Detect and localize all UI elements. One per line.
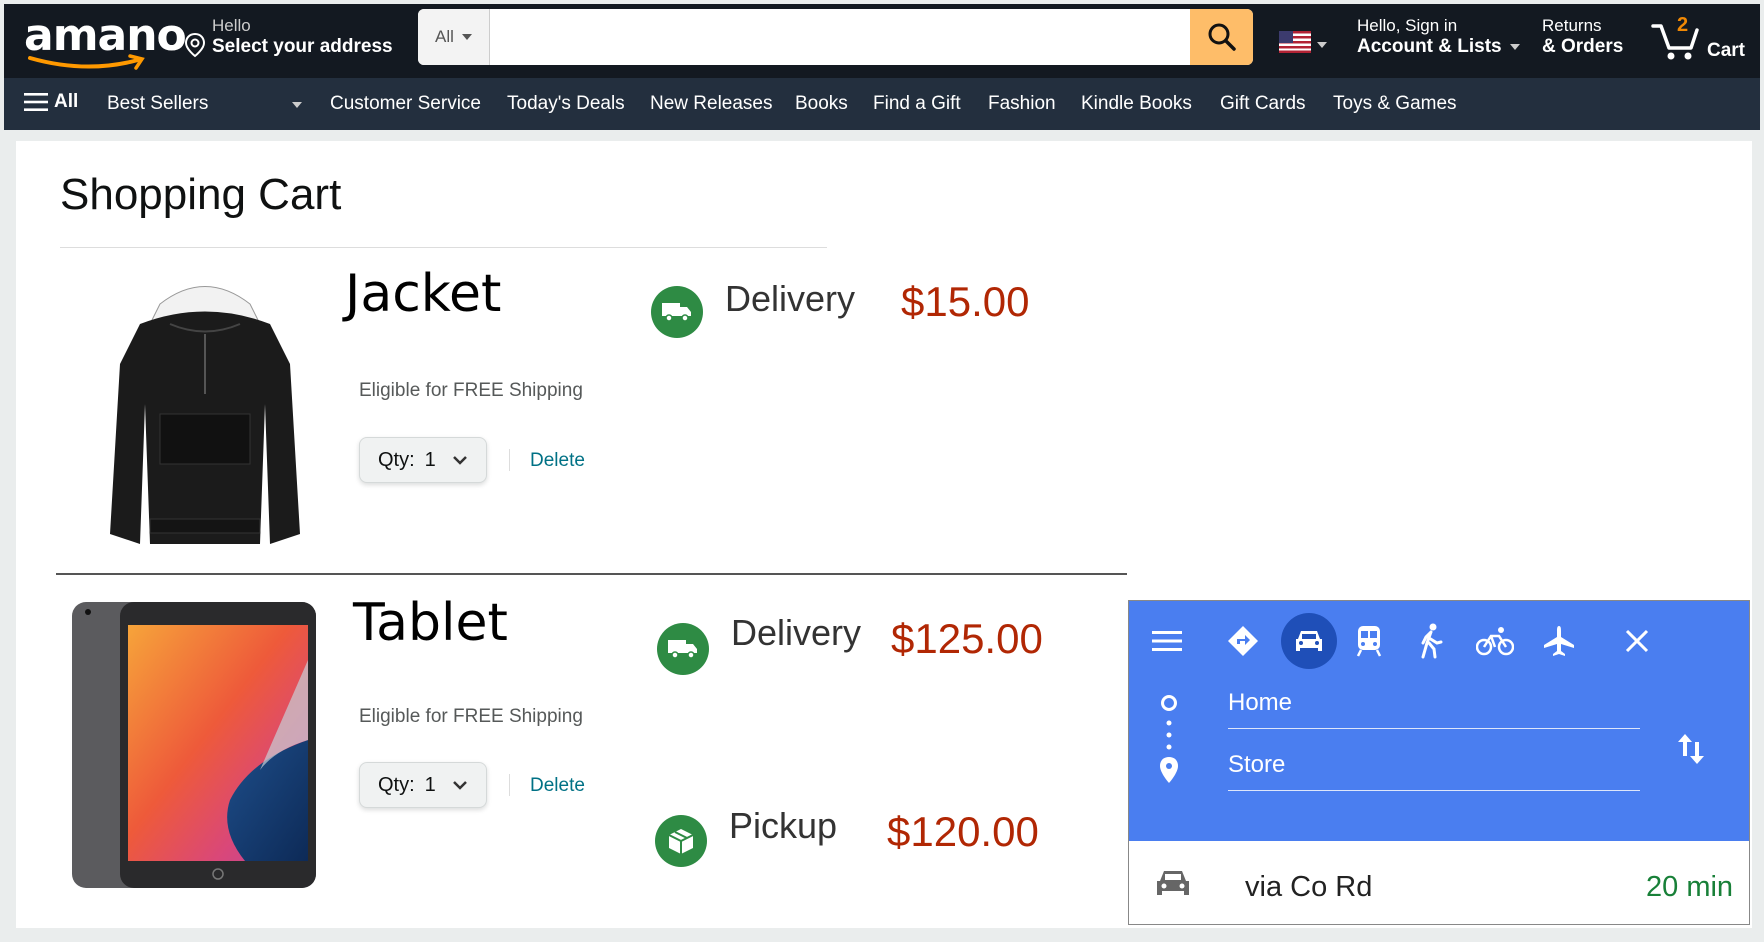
origin-value: Home: [1228, 689, 1293, 716]
delivery-option-label[interactable]: Delivery: [731, 612, 861, 654]
delete-link[interactable]: Delete: [530, 450, 585, 472]
transit-icon[interactable]: [1351, 621, 1387, 661]
route-time: 20 min: [1646, 871, 1734, 903]
qty-label: Qty:: [378, 773, 415, 796]
divider: [509, 449, 510, 471]
car-icon: [1153, 863, 1193, 903]
directions-icon[interactable]: [1225, 623, 1261, 659]
cart-label: Cart: [1707, 40, 1746, 61]
delivery-price: $125.00: [891, 615, 1043, 662]
nav-books[interactable]: Books: [795, 93, 848, 115]
orders-label: & Orders: [1542, 36, 1624, 57]
nav-kindle-books[interactable]: Kindle Books: [1081, 93, 1192, 115]
shipping-eligibility: Eligible for FREE Shipping: [359, 380, 583, 401]
search-category-label: All: [435, 27, 454, 46]
package-icon: [655, 815, 707, 867]
qty-value: 1: [424, 448, 436, 471]
product-name[interactable]: Jacket: [345, 264, 501, 324]
account-lists-row: Account & Lists: [1357, 36, 1520, 58]
cycling-icon[interactable]: [1475, 623, 1515, 659]
search-category-dropdown[interactable]: All: [418, 9, 490, 65]
cart-count-badge: 2: [1677, 14, 1689, 36]
returns-label: Returns: [1542, 16, 1602, 35]
account-greeting: Hello, Sign in: [1357, 16, 1458, 35]
pickup-option-label[interactable]: Pickup: [729, 805, 837, 847]
caret-down-icon: [1509, 44, 1520, 50]
search-icon: [1208, 23, 1236, 51]
destination-value: Store: [1228, 751, 1286, 778]
all-menu-button[interactable]: All: [24, 91, 78, 113]
chevron-down-icon: [452, 456, 467, 465]
address-greeting: Hello: [212, 16, 251, 35]
chevron-down-icon: [452, 781, 467, 790]
hamburger-menu-icon: [24, 93, 48, 111]
sub-navigation: All Best Sellers Customer Service Today'…: [4, 78, 1760, 130]
nav-gift-cards[interactable]: Gift Cards: [1220, 93, 1306, 115]
delivery-option-label[interactable]: Delivery: [725, 278, 855, 320]
top-header: amano Hello Select your address All Hell…: [4, 4, 1760, 78]
walking-icon[interactable]: [1413, 621, 1449, 661]
nav-customer-service[interactable]: Customer Service: [330, 93, 481, 115]
qty-value: 1: [424, 773, 436, 796]
directions-panel: Home Store via Co Rd 20 min: [1128, 600, 1750, 925]
nav-toys-games[interactable]: Toys & Games: [1333, 93, 1457, 115]
product-name[interactable]: Tablet: [353, 593, 508, 653]
nav-todays-deals[interactable]: Today's Deals: [507, 93, 625, 115]
qty-label: Qty:: [378, 448, 415, 471]
location-pin-icon: [184, 32, 206, 58]
caret-down-icon: [461, 34, 472, 40]
cart-icon: [1651, 24, 1699, 60]
caret-down-icon: [1317, 42, 1327, 48]
divider: [509, 774, 510, 796]
caret-down-icon[interactable]: [292, 102, 302, 108]
shipping-eligibility: Eligible for FREE Shipping: [359, 706, 583, 727]
search-bar: All: [418, 9, 1253, 65]
destination-field[interactable]: Store: [1228, 751, 1640, 791]
logo-smile-icon: [28, 54, 145, 70]
search-button[interactable]: [1190, 9, 1253, 65]
delete-link[interactable]: Delete: [530, 775, 585, 797]
tablet-image[interactable]: [70, 600, 318, 890]
quantity-dropdown[interactable]: Qty: 1: [359, 437, 487, 483]
route-dots-icon: [1157, 689, 1181, 799]
nav-find-a-gift[interactable]: Find a Gift: [873, 93, 961, 115]
page: amano Hello Select your address All Hell…: [0, 0, 1764, 942]
us-flag-icon[interactable]: [1279, 31, 1311, 53]
quantity-dropdown[interactable]: Qty: 1: [359, 762, 487, 808]
origin-field[interactable]: Home: [1228, 689, 1640, 729]
page-title: Shopping Cart: [60, 170, 342, 219]
divider: [56, 573, 1127, 575]
nav-fashion[interactable]: Fashion: [988, 93, 1056, 115]
flight-icon[interactable]: [1539, 621, 1579, 661]
account-menu[interactable]: Hello, Sign in Account & Lists: [1357, 16, 1520, 58]
all-menu-label: All: [54, 91, 79, 112]
pickup-price: $120.00: [887, 808, 1039, 855]
car-icon[interactable]: [1289, 623, 1329, 659]
account-lists-label: Account & Lists: [1357, 36, 1502, 57]
jacket-image[interactable]: [100, 264, 310, 554]
address-label: Select your address: [212, 36, 393, 57]
route-via: via Co Rd: [1245, 871, 1373, 903]
close-icon[interactable]: [1619, 623, 1655, 659]
delivery-price: $15.00: [901, 278, 1030, 325]
truck-icon: [657, 623, 709, 675]
search-input[interactable]: [491, 9, 1191, 65]
nav-best-sellers[interactable]: Best Sellers: [107, 93, 208, 115]
divider: [60, 247, 827, 248]
nav-new-releases[interactable]: New Releases: [650, 93, 773, 115]
truck-icon: [651, 286, 703, 338]
swap-icon[interactable]: [1673, 729, 1709, 769]
returns-orders-link[interactable]: Returns & Orders: [1542, 16, 1623, 58]
cart-button[interactable]: 2 Cart: [1651, 12, 1761, 68]
menu-icon[interactable]: [1149, 625, 1185, 657]
